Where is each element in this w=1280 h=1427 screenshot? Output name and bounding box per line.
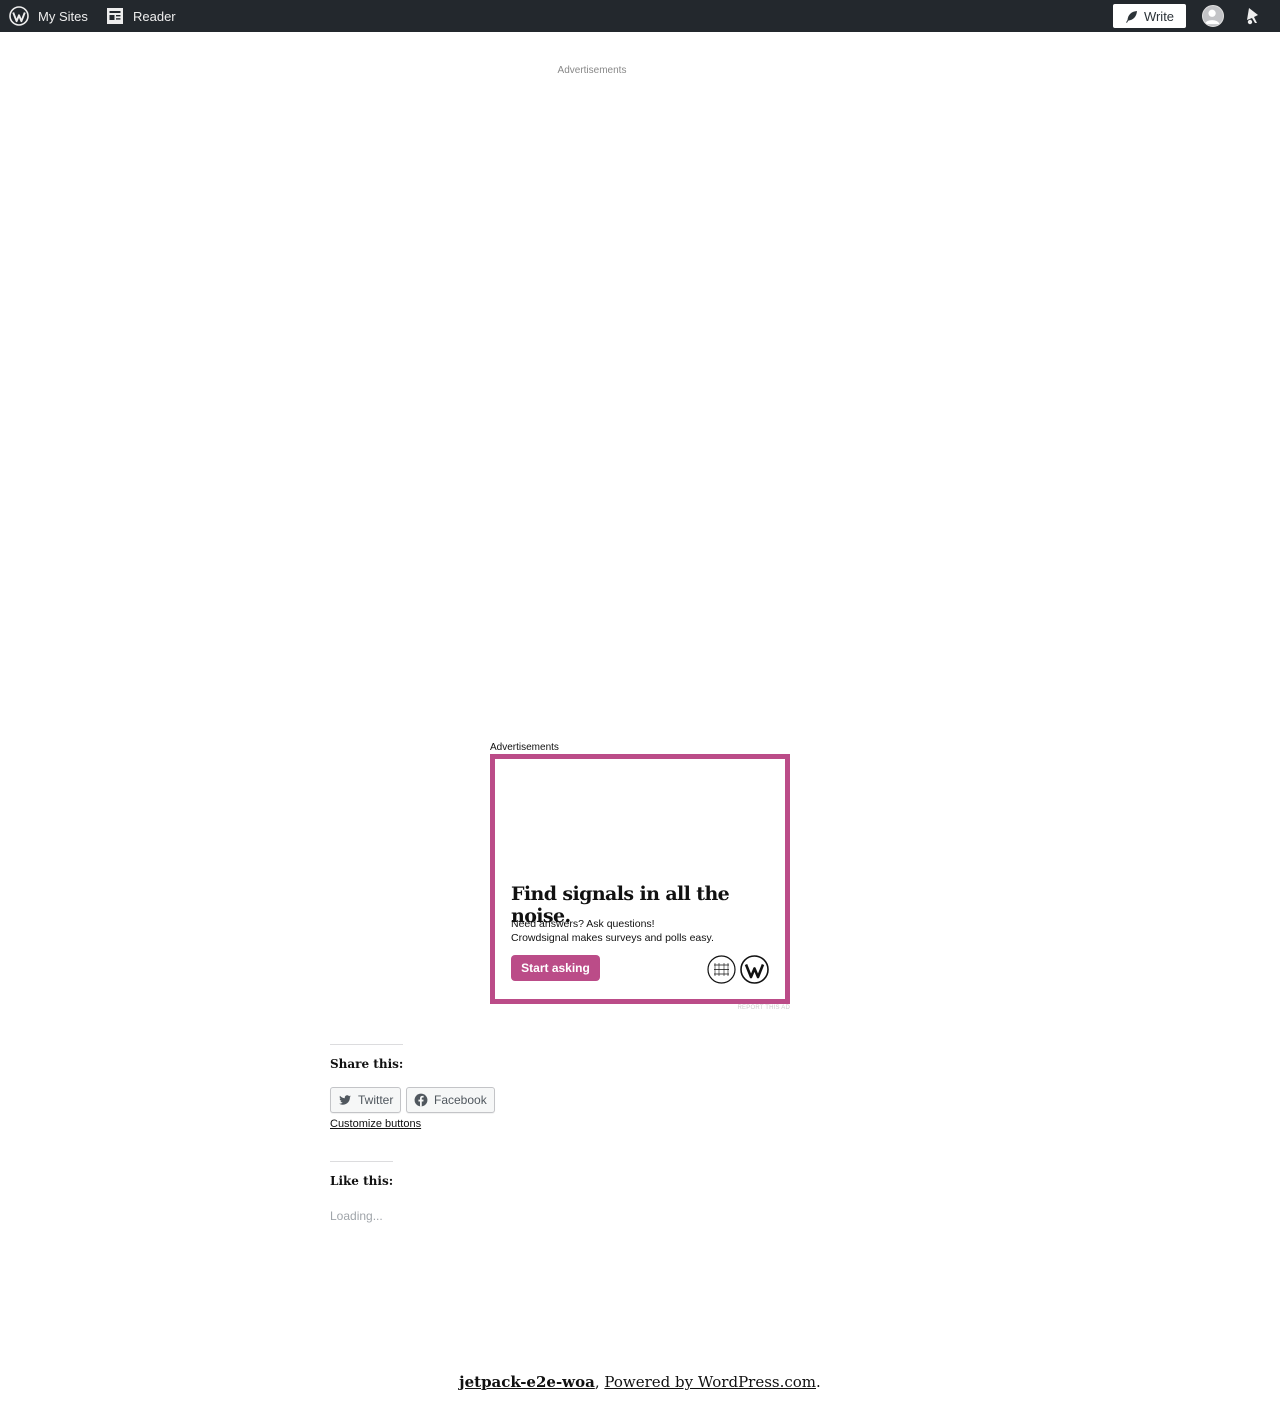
likes-loading-text: Loading... [330,1209,383,1223]
wordpress-logo-icon [740,955,769,984]
share-facebook-button[interactable]: Facebook [406,1087,495,1113]
report-ad-link[interactable]: REPORT THIS AD [700,1005,790,1011]
twitter-label: Twitter [358,1093,394,1107]
user-avatar-icon [1204,9,1220,25]
ad-label-top: Advertisements [557,65,627,76]
reader-label: Reader [133,8,176,24]
site-footer: jetpack-e2e-woa, Powered by WordPress.co… [0,1373,1280,1391]
notifications-bell-icon[interactable] [1241,5,1263,27]
crowdsignal-logo-icon [707,955,736,984]
admin-bar: My Sites Reader Write [0,0,1280,32]
ad-body: Need answers? Ask questions! Crowdsignal… [511,917,714,945]
powered-by-link[interactable]: Powered by WordPress.com [604,1373,816,1391]
customize-buttons-link[interactable]: Customize buttons [330,1118,421,1130]
wordpress-logo-icon [9,6,29,26]
start-asking-button[interactable]: Start asking [511,955,600,981]
crowdsignal-ad[interactable]: Find signals in all the noise. Need answ… [490,754,790,1004]
share-this-heading: Share this: [330,1044,404,1071]
facebook-icon [414,1093,428,1107]
reader-menu[interactable]: Reader [106,0,176,32]
avatar[interactable] [1202,5,1224,27]
site-name-link[interactable]: jetpack-e2e-woa [459,1373,595,1391]
my-sites-label: My Sites [38,8,88,24]
reader-icon [107,8,123,24]
write-label: Write [1143,8,1175,24]
write-button[interactable]: Write [1113,4,1186,28]
facebook-label: Facebook [434,1093,487,1107]
footer-end: . [816,1373,821,1391]
ad-label-second: Advertisements [490,742,559,753]
quill-icon [1125,10,1137,23]
ad-body-line-2: Crowdsignal makes surveys and polls easy… [511,932,714,944]
ad-body-line-1: Need answers? Ask questions! [511,918,655,930]
like-this-heading: Like this: [330,1161,394,1188]
twitter-icon [339,1095,352,1105]
my-sites-menu[interactable]: My Sites [9,0,88,32]
footer-separator: , [594,1373,600,1391]
share-twitter-button[interactable]: Twitter [330,1087,401,1113]
